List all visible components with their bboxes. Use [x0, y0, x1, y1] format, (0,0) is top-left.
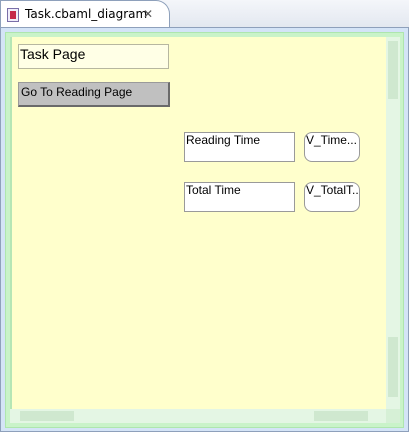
page-title-label[interactable]: Task Page: [18, 44, 169, 69]
time-variable-box[interactable]: V_Time...: [304, 132, 360, 162]
close-icon[interactable]: ✕: [141, 7, 155, 21]
editor-tab-bar: Task.cbaml_diagram ✕: [0, 0, 409, 28]
horizontal-scrollbar[interactable]: [10, 409, 386, 423]
editor-tab[interactable]: Task.cbaml_diagram ✕: [0, 0, 170, 27]
vertical-scrollbar[interactable]: [386, 37, 400, 409]
horizontal-scroll-thumb-left[interactable]: [20, 411, 74, 421]
total-time-variable-box[interactable]: V_TotalT...: [304, 182, 360, 212]
vertical-scroll-thumb-bottom[interactable]: [388, 337, 398, 397]
go-to-reading-page-button[interactable]: Go To Reading Page: [18, 82, 170, 107]
horizontal-scroll-thumb-right[interactable]: [314, 411, 368, 421]
reading-time-label[interactable]: Reading Time: [184, 132, 295, 162]
vertical-scroll-thumb-top[interactable]: [388, 41, 398, 99]
scroll-corner: [386, 409, 400, 423]
total-time-label[interactable]: Total Time: [184, 182, 295, 212]
file-icon: [7, 7, 19, 22]
tab-title: Task.cbaml_diagram: [25, 7, 148, 21]
